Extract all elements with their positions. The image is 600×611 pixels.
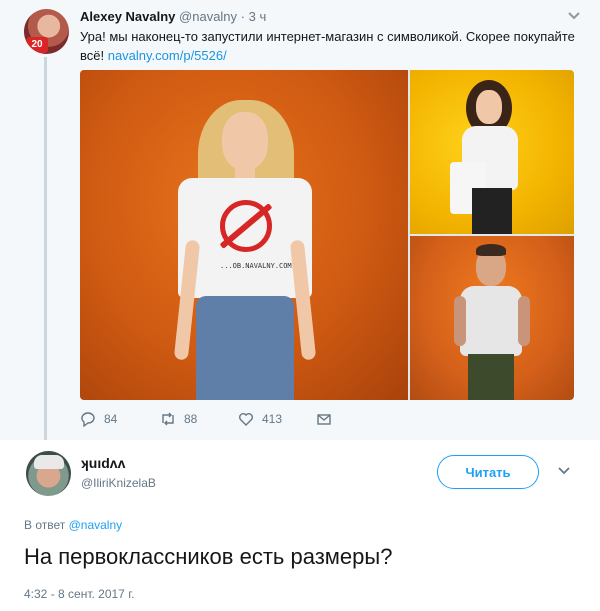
heart-icon (239, 413, 253, 426)
reply-timestamp[interactable]: 4:32 - 8 сент. 2017 г. (24, 587, 134, 601)
photo-woman-tote-bag[interactable] (410, 70, 574, 234)
like-button[interactable]: 413 (238, 411, 282, 427)
retweet-icon (162, 412, 174, 426)
chevron-down-icon[interactable] (566, 10, 582, 22)
quoted-tweet[interactable]: 20 Alexey Navalny @navalny · 3 ч Ура! мы… (0, 0, 600, 440)
tweet-text: Ура! мы наконец-то запустили интернет-ма… (80, 27, 580, 65)
retweet-button[interactable]: 88 (160, 411, 197, 427)
photo-woman-tshirt[interactable]: ...OB.NAVALNY.COM (80, 70, 408, 400)
avatar-badge: 20 (26, 37, 48, 53)
chevron-down-icon[interactable] (557, 466, 571, 476)
in-reply-handle[interactable]: @navalny (69, 518, 123, 532)
author-avatar[interactable]: 20 (24, 9, 69, 54)
retweet-count: 88 (184, 412, 198, 426)
reply-author-name[interactable]: ʞuıdʌʌ (81, 455, 125, 471)
avatar-hat (34, 455, 64, 469)
envelope-icon (317, 414, 331, 425)
in-reply-to: В ответ @navalny (24, 518, 122, 532)
reply-tweet-text: На первоклассников есть размеры? (24, 544, 393, 569)
photo-man-tshirt[interactable] (410, 236, 574, 400)
separator-dot: · (240, 9, 246, 24)
tweet-link[interactable]: navalny.com/p/5526/ (108, 48, 227, 63)
follow-button[interactable]: Читать (437, 455, 539, 489)
like-count: 413 (262, 412, 283, 426)
in-reply-prefix: В ответ (24, 518, 69, 532)
reply-author-avatar[interactable] (26, 451, 71, 496)
author-handle[interactable]: @navalny (179, 9, 237, 24)
shirt-print-text: ...OB.NAVALNY.COM (220, 262, 292, 270)
tweet-header: Alexey Navalny @navalny · 3 ч (80, 9, 266, 24)
reply-author-handle[interactable]: @IliriKnizelaB (81, 476, 156, 490)
thread-line (44, 57, 47, 440)
tweet-time[interactable]: 3 ч (249, 9, 267, 24)
direct-message-button[interactable] (316, 411, 340, 427)
tweet-actions: 84 88 413 (80, 411, 380, 433)
author-name[interactable]: Alexey Navalny (80, 9, 175, 24)
reply-button[interactable]: 84 (80, 411, 117, 427)
media-grid: ...OB.NAVALNY.COM (80, 70, 574, 400)
reply-icon (81, 412, 95, 427)
reply-count: 84 (104, 412, 118, 426)
